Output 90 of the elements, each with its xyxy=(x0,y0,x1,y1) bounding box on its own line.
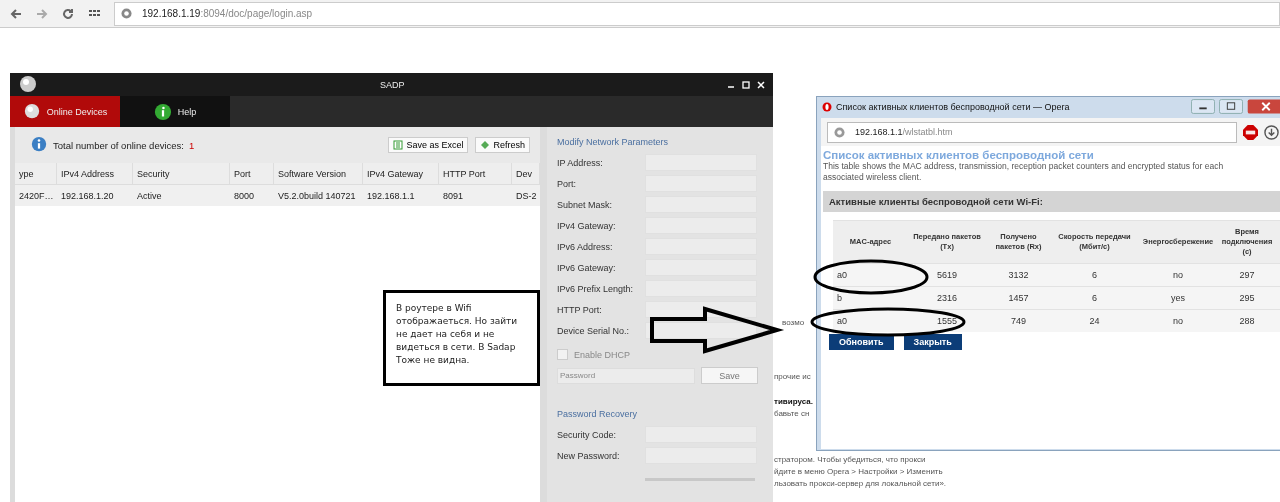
table-cell-text: 6 xyxy=(1091,270,1098,280)
column-header[interactable]: Dev xyxy=(512,163,540,184)
table-cell-text: 288 xyxy=(1238,316,1256,326)
column-header[interactable]: Security xyxy=(133,163,230,184)
address-bar[interactable]: 192.168.1.1/wlstatbl.htm xyxy=(827,121,1237,143)
column-header[interactable]: Software Version xyxy=(274,163,363,184)
table-cell-text: no xyxy=(1172,270,1184,280)
table-cell-text: 6 xyxy=(1091,293,1098,303)
page-description: This table shows the MAC address, transmission, reception packet counters and encrypted status for each associated wireless client. xyxy=(823,161,1225,183)
field-label: Port: xyxy=(557,178,577,189)
table-cell-text: a0 xyxy=(836,316,848,326)
table-cell-text: 2316 xyxy=(936,293,958,303)
page-text: тивируса. xyxy=(774,397,813,406)
input-field[interactable] xyxy=(645,322,757,339)
table-cell-text: 295 xyxy=(1238,293,1256,303)
browser-logo-icon xyxy=(822,101,832,112)
section-title: Modify Network Parameters xyxy=(557,137,670,147)
field-label: IPv6 Prefix Length: xyxy=(557,283,635,294)
forward-icon[interactable] xyxy=(36,7,48,20)
table-cell-text: 2420F… xyxy=(18,190,55,201)
table-cell-text: DS-2 xyxy=(515,190,538,201)
annotation-text: В роутере в Wifi отображаеться. Но зайти не дает на себя и не видеться в сети. В Sadap Тоже не видна. xyxy=(396,302,519,367)
info-icon xyxy=(153,102,172,121)
devices-icon xyxy=(22,102,41,121)
table-cell-text: 8091 xyxy=(442,190,465,201)
table-cell-text: 8000 xyxy=(233,190,256,201)
tab[interactable]: Help xyxy=(120,96,230,127)
field-label: HTTP Port: xyxy=(557,304,603,315)
table-cell-text: 3132 xyxy=(1007,270,1030,280)
section-header: Активные клиенты беспроводной сети Wi-Fi: xyxy=(823,191,1280,212)
table-cell-text: 1555 xyxy=(936,316,958,326)
checkbox[interactable] xyxy=(557,349,568,360)
toolbar-button[interactable]: Refresh xyxy=(475,137,530,153)
table-cell-text: Active xyxy=(136,190,163,201)
field-label: Subnet Mask: xyxy=(557,199,614,210)
table-cell-text: yes xyxy=(1170,293,1186,303)
site-info-icon[interactable] xyxy=(834,126,845,138)
toolbar-button[interactable]: Save as Excel xyxy=(388,137,469,153)
column-header[interactable]: IPv4 Address xyxy=(57,163,133,184)
table-cell-text: 192.168.1.1 xyxy=(366,190,416,201)
column-header[interactable]: IPv4 Gateway xyxy=(363,163,439,184)
site-info-icon[interactable] xyxy=(121,8,132,19)
page-heading: Список активных клиентов беспроводной сети xyxy=(823,149,1095,161)
page-text: стратором. Чтобы убедиться, что прокси xyxy=(774,455,926,464)
field-label: New Password: xyxy=(557,450,621,461)
page-text: льзовать прокси-сервер для локальной сети». xyxy=(774,479,947,488)
page-text: возмо xyxy=(782,318,805,327)
table-cell-text: 297 xyxy=(1238,270,1256,280)
window-title: Список активных клиентов беспроводной сети — Opera xyxy=(836,101,1070,112)
table-cell-text: 24 xyxy=(1088,316,1101,326)
table-cell-text: V5.2.0build 140721 xyxy=(277,190,357,201)
window-title: SADP xyxy=(380,79,405,90)
table-cell-text: 5619 xyxy=(936,270,958,280)
device-count: 1 xyxy=(188,139,195,151)
app-logo-icon xyxy=(18,74,38,95)
close-icon[interactable] xyxy=(757,80,765,89)
section-title: Password Recovery xyxy=(557,409,639,419)
tab[interactable]: Online Devices xyxy=(10,96,120,127)
download-icon[interactable] xyxy=(1264,124,1279,140)
field-label: IPv4 Gateway: xyxy=(557,220,617,231)
table-cell-text: 749 xyxy=(1010,316,1027,326)
column-header[interactable]: HTTP Port xyxy=(439,163,512,184)
column-header[interactable]: ype xyxy=(15,163,57,184)
info-icon xyxy=(30,136,48,154)
page-text: бавьте сн xyxy=(774,409,810,418)
field-label: IPv6 Gateway: xyxy=(557,262,617,273)
table-cell-text: 192.168.1.20 xyxy=(60,190,115,201)
table-row[interactable]: 2420F… 192.168.1.20 Active 8000 V5.2.0build 140721 192.168.1.1 8091 DS-2 xyxy=(15,185,540,206)
action-button[interactable]: Закрыть xyxy=(903,334,962,350)
field-label: Security Code: xyxy=(557,429,618,440)
checkbox-label: Enable DHCP xyxy=(574,349,632,360)
field-label: Device Serial No.: xyxy=(557,325,631,336)
address-bar[interactable]: 192.168.1.19:8094/doc/page/login.asp xyxy=(114,1,1280,26)
refresh-icon xyxy=(480,140,491,150)
reload-icon[interactable] xyxy=(62,7,74,20)
password-field[interactable]: Password xyxy=(557,367,695,384)
column-header[interactable]: Port xyxy=(230,163,274,184)
table-cell-text: no xyxy=(1172,316,1184,326)
field-label: IPv6 Address: xyxy=(557,241,614,252)
page-text: прочие ис xyxy=(774,372,811,381)
table-cell-text: 1457 xyxy=(1007,293,1030,303)
save-button[interactable]: Save xyxy=(701,367,758,384)
action-button[interactable]: Обновить xyxy=(829,334,894,350)
field-label: IP Address: xyxy=(557,157,604,168)
device-count-label: Total number of online devices: xyxy=(53,139,184,151)
back-icon[interactable] xyxy=(10,7,22,20)
table-cell-text: b xyxy=(836,293,843,303)
table-cell-text: a0 xyxy=(836,270,848,280)
spreadsheet-icon xyxy=(393,140,404,150)
page-text: йдите в меню Opera > Настройки > Изменить xyxy=(774,467,943,476)
